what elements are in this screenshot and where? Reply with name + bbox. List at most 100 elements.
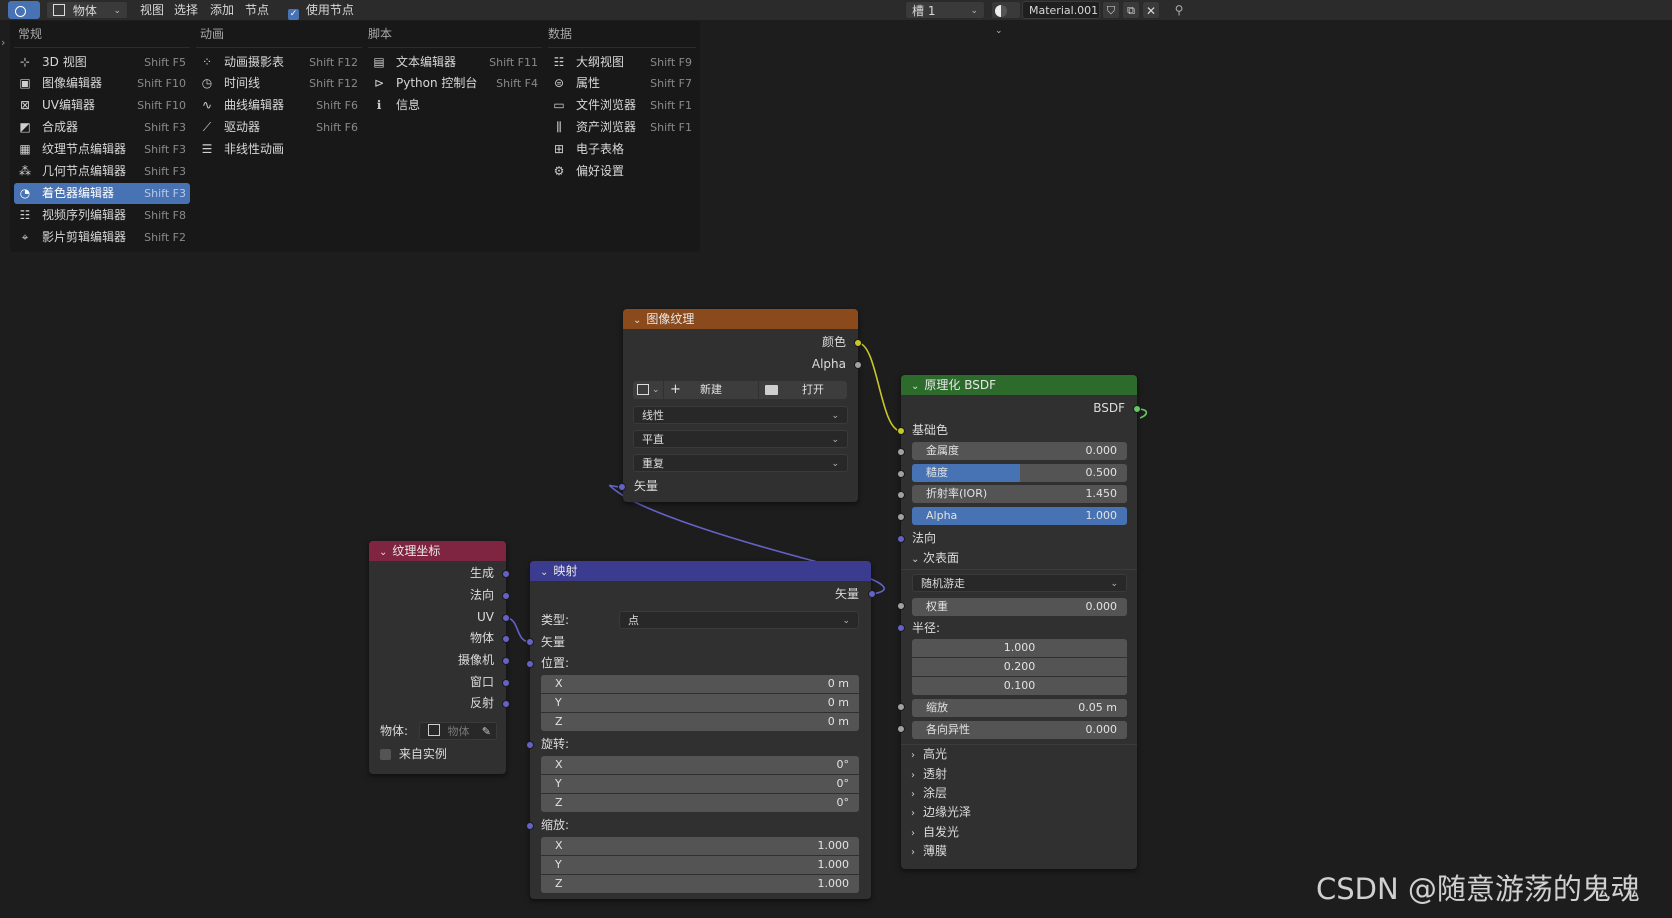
field-value: 0.200: [1003, 660, 1036, 673]
axis-label: Y: [555, 696, 562, 709]
chevron-down-icon: ⌄: [831, 435, 839, 445]
input-vector-label: 矢量: [541, 635, 566, 649]
chevron-right-icon: ›: [911, 828, 915, 839]
output-vector-label: 矢量: [834, 587, 859, 601]
new-image-button[interactable]: + 新建: [664, 381, 758, 399]
socket-bsdf-output[interactable]: [1133, 405, 1141, 413]
field-value: 0.000: [1085, 723, 1118, 736]
socket-alpha-output[interactable]: [854, 361, 862, 369]
panel-label: 涂层: [923, 786, 948, 800]
axis-label: Z: [555, 796, 563, 809]
socket-subsurface-weight-input[interactable]: [897, 602, 905, 610]
subsurface-scale-field[interactable]: 缩放 0.05 m: [912, 699, 1127, 717]
socket-metallic-input[interactable]: [897, 448, 905, 456]
socket-color-output[interactable]: [854, 339, 862, 347]
field-value: 1.000: [817, 877, 850, 890]
from-instancer-checkbox[interactable]: 来自实例: [380, 745, 447, 763]
transmission-panel-toggle[interactable]: › 透射: [911, 765, 947, 783]
location-x-field[interactable]: X 0 m: [541, 675, 859, 693]
socket-camera-output[interactable]: [502, 657, 510, 665]
axis-label: Y: [555, 858, 562, 871]
output-alpha-label: Alpha: [811, 357, 846, 371]
eyedropper-icon: ✎: [481, 725, 491, 738]
emission-panel-toggle[interactable]: › 自发光: [911, 823, 959, 841]
object-picker-field[interactable]: 物体 ✎: [419, 722, 497, 740]
socket-vector-input[interactable]: [526, 638, 534, 646]
node-header[interactable]: ⌄ 图像纹理: [623, 309, 858, 329]
radius-z-field[interactable]: 0.100: [912, 677, 1127, 695]
thin-film-panel-toggle[interactable]: › 薄膜: [911, 842, 947, 860]
axis-label: Y: [555, 777, 562, 790]
rotation-z-field[interactable]: Z 0°: [541, 794, 859, 812]
node-title: 图像纹理: [646, 312, 695, 326]
socket-subsurface-scale-input[interactable]: [897, 703, 905, 711]
sheen-panel-toggle[interactable]: › 边缘光泽: [911, 803, 971, 821]
specular-panel-toggle[interactable]: › 高光: [911, 745, 947, 763]
scale-label: 缩放:: [541, 818, 570, 832]
socket-roughness-input[interactable]: [897, 470, 905, 478]
scale-y-field[interactable]: Y 1.000: [541, 856, 859, 874]
principled-bsdf-node[interactable]: ⌄ 原理化 BSDF BSDF 基础色 金属度 0.000 糙度 0.500 折射率(…: [901, 375, 1137, 869]
mapping-node[interactable]: ⌄ 映射 矢量 类型: 点 ⌄ 矢量 位置: X 0 m Y 0 m Z 0 m 旋转:…: [530, 561, 871, 899]
node-title: 映射: [553, 564, 578, 578]
socket-normal-output[interactable]: [502, 592, 510, 600]
metallic-field[interactable]: 金属度 0.000: [912, 442, 1127, 460]
texture-coordinate-node[interactable]: ⌄ 纹理坐标 生成 法向 UV 物体 摄像机 窗口 反射 物体: 物体 ✎ 来自实…: [369, 541, 506, 774]
chevron-right-icon: ›: [911, 847, 915, 858]
socket-rotation-input[interactable]: [526, 741, 534, 749]
coat-panel-toggle[interactable]: › 涂层: [911, 784, 947, 802]
base-color-label: 基础色: [912, 423, 949, 437]
socket-object-output[interactable]: [502, 635, 510, 643]
socket-uv-output[interactable]: [502, 614, 510, 622]
socket-vector-input[interactable]: [618, 483, 626, 491]
socket-ior-input[interactable]: [897, 491, 905, 499]
extension-dropdown[interactable]: 重复 ⌄: [633, 454, 848, 472]
socket-base-color-input[interactable]: [897, 427, 905, 435]
subsurface-weight-field[interactable]: 权重 0.000: [912, 598, 1127, 616]
location-z-field[interactable]: Z 0 m: [541, 713, 859, 731]
socket-generated-output[interactable]: [502, 570, 510, 578]
interpolation-value: 线性: [642, 409, 664, 422]
roughness-field[interactable]: 糙度 0.500: [912, 464, 1127, 482]
scale-z-field[interactable]: Z 1.000: [541, 875, 859, 893]
socket-alpha-input[interactable]: [897, 513, 905, 521]
socket-location-input[interactable]: [526, 660, 534, 668]
radius-y-field[interactable]: 0.200: [912, 658, 1127, 676]
rotation-y-field[interactable]: Y 0°: [541, 775, 859, 793]
socket-vector-output[interactable]: [868, 590, 876, 598]
mapping-type-dropdown[interactable]: 点 ⌄: [619, 611, 859, 629]
rotation-x-field[interactable]: X 0°: [541, 756, 859, 774]
socket-anisotropy-input[interactable]: [897, 725, 905, 733]
node-header[interactable]: ⌄ 映射: [530, 561, 871, 581]
image-browse-button[interactable]: ⌄: [633, 381, 663, 399]
chevron-down-icon: ⌄: [540, 567, 549, 578]
axis-label: X: [555, 758, 563, 771]
alpha-field[interactable]: Alpha 1.000: [912, 507, 1127, 525]
chevron-right-icon: ›: [911, 770, 915, 781]
interpolation-dropdown[interactable]: 线性 ⌄: [633, 406, 848, 424]
chevron-right-icon: ›: [911, 750, 915, 761]
socket-window-output[interactable]: [502, 679, 510, 687]
panel-label: 次表面: [923, 551, 960, 565]
socket-radius-input[interactable]: [897, 624, 905, 632]
image-texture-node[interactable]: ⌄ 图像纹理 颜色 Alpha ⌄ + 新建 打开 线性 ⌄ 平直 ⌄ 重复 ⌄ …: [623, 309, 858, 502]
open-image-button[interactable]: 打开: [759, 381, 847, 399]
subsurface-panel-toggle[interactable]: ⌄ 次表面: [911, 549, 959, 567]
chevron-down-icon: ⌄: [831, 411, 839, 421]
chevron-right-icon: ›: [911, 789, 915, 800]
node-header[interactable]: ⌄ 纹理坐标: [369, 541, 506, 561]
field-value: 1.000: [1085, 509, 1118, 522]
subsurface-method-dropdown[interactable]: 随机游走 ⌄: [912, 574, 1127, 592]
location-y-field[interactable]: Y 0 m: [541, 694, 859, 712]
socket-normal-input[interactable]: [897, 535, 905, 543]
ior-field[interactable]: 折射率(IOR) 1.450: [912, 485, 1127, 503]
scale-x-field[interactable]: X 1.000: [541, 837, 859, 855]
socket-scale-input[interactable]: [526, 822, 534, 830]
output-bsdf-label: BSDF: [1093, 401, 1125, 415]
node-title: 原理化 BSDF: [924, 378, 996, 392]
socket-reflection-output[interactable]: [502, 700, 510, 708]
node-header[interactable]: ⌄ 原理化 BSDF: [901, 375, 1137, 395]
anisotropy-field[interactable]: 各向异性 0.000: [912, 721, 1127, 739]
radius-x-field[interactable]: 1.000: [912, 639, 1127, 657]
projection-dropdown[interactable]: 平直 ⌄: [633, 430, 848, 448]
